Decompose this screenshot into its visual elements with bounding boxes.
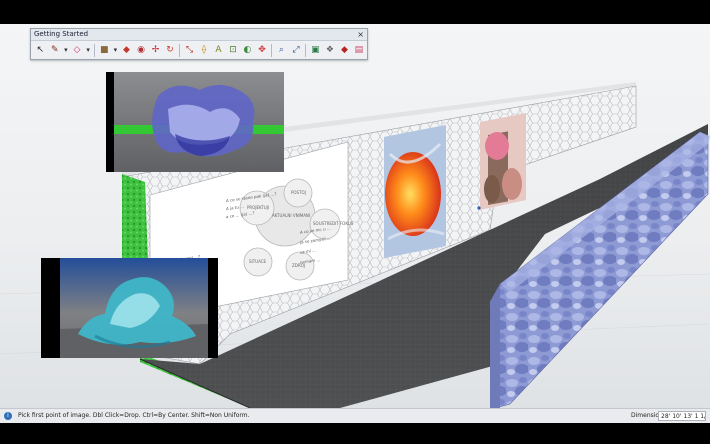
toolbar-tools: ↖ ✎ ▾ ◇ ▾ ■ ▾ ◆ ◉ ✢ ↻ ⤡ ⟠ A ⊡ ◐ ✥ ⌕ ⤢ ▣ ❖ ◆ ▤ [31, 41, 367, 59]
orb-image [384, 125, 446, 258]
floating-image-panel-bottom [41, 258, 218, 358]
toolbar-title: Getting Started [31, 29, 367, 41]
eraser-tool-icon[interactable]: ◇ [71, 44, 84, 57]
toolbar-separator [271, 43, 273, 57]
status-text: Pick first point of image. Dbl Click=Dro… [18, 412, 250, 419]
toolbar-separator [305, 43, 307, 57]
modeling-viewport[interactable]: AKTUALNI VNIMANI PROJEKTUJI POSTOJ SOUST… [0, 24, 710, 408]
tape-measure-tool-icon[interactable]: ⟠ [198, 44, 211, 57]
scale-tool-icon[interactable]: ⤡ [183, 44, 196, 57]
shape-tool-icon[interactable]: ■ [98, 44, 111, 57]
components-icon[interactable]: ❖ [324, 44, 337, 57]
info-icon[interactable]: i [4, 412, 12, 420]
eraser-dropdown-icon[interactable]: ▾ [85, 44, 91, 57]
toolbar-separator [179, 43, 181, 57]
zoom-tool-icon[interactable]: ⌕ [275, 44, 288, 57]
status-bar: i Pick first point of image. Dbl Click=D… [0, 408, 710, 423]
toolbar-separator [94, 43, 95, 57]
poster-circle-center-label: AKTUALNI VNIMANI [272, 213, 310, 218]
getting-started-toolbar[interactable]: Getting Started × ↖ ✎ ▾ ◇ ▾ ■ ▾ ◆ ◉ ✢ ↻ ⤡ ⟠ A ⊡ ◐ ✥ ⌕ ⤢ ▣ ❖ ◆… [30, 28, 368, 60]
pan-tool-icon[interactable]: ✥ [256, 44, 269, 57]
floating-image-panel-top [106, 72, 284, 172]
layout-icon[interactable]: ▤ [353, 44, 366, 57]
pencil-tool-icon[interactable]: ✎ [49, 44, 62, 57]
close-icon[interactable]: × [357, 29, 364, 40]
select-tool-icon[interactable]: ↖ [34, 44, 47, 57]
poster-circle-3-label: SOUSTREDIT FOKUS [313, 221, 354, 226]
face-image [477, 113, 526, 210]
rotate-tool-icon[interactable]: ↻ [164, 44, 177, 57]
extension-warehouse-icon[interactable]: ◆ [338, 44, 351, 57]
3d-scene[interactable]: AKTUALNI VNIMANI PROJEKTUJI POSTOJ SOUST… [0, 24, 710, 408]
letterbox-bottom [0, 423, 710, 444]
poster-circle-2-label: POSTOJ [291, 190, 306, 195]
orbit-tool-icon[interactable]: ◐ [241, 44, 254, 57]
warehouse-icon[interactable]: ▣ [309, 44, 322, 57]
push-pull-tool-icon[interactable]: ◆ [120, 44, 133, 57]
shape-dropdown-icon[interactable]: ▾ [113, 44, 119, 57]
poster-circle-4-label: SITUACE [249, 259, 267, 264]
dimension-tool-icon[interactable]: ⊡ [227, 44, 240, 57]
paint-bucket-tool-icon[interactable]: ◉ [135, 44, 148, 57]
line-tool-dropdown-icon[interactable]: ▾ [63, 44, 69, 57]
zoom-extents-tool-icon[interactable]: ⤢ [290, 44, 303, 57]
poster-circle-1-label: PROJEKTUJI [247, 205, 269, 210]
text-tool-icon[interactable]: A [212, 44, 225, 57]
move-tool-icon[interactable]: ✢ [149, 44, 162, 57]
measurements-field[interactable]: 28' 10' 13' 1 1/6" [658, 411, 706, 421]
